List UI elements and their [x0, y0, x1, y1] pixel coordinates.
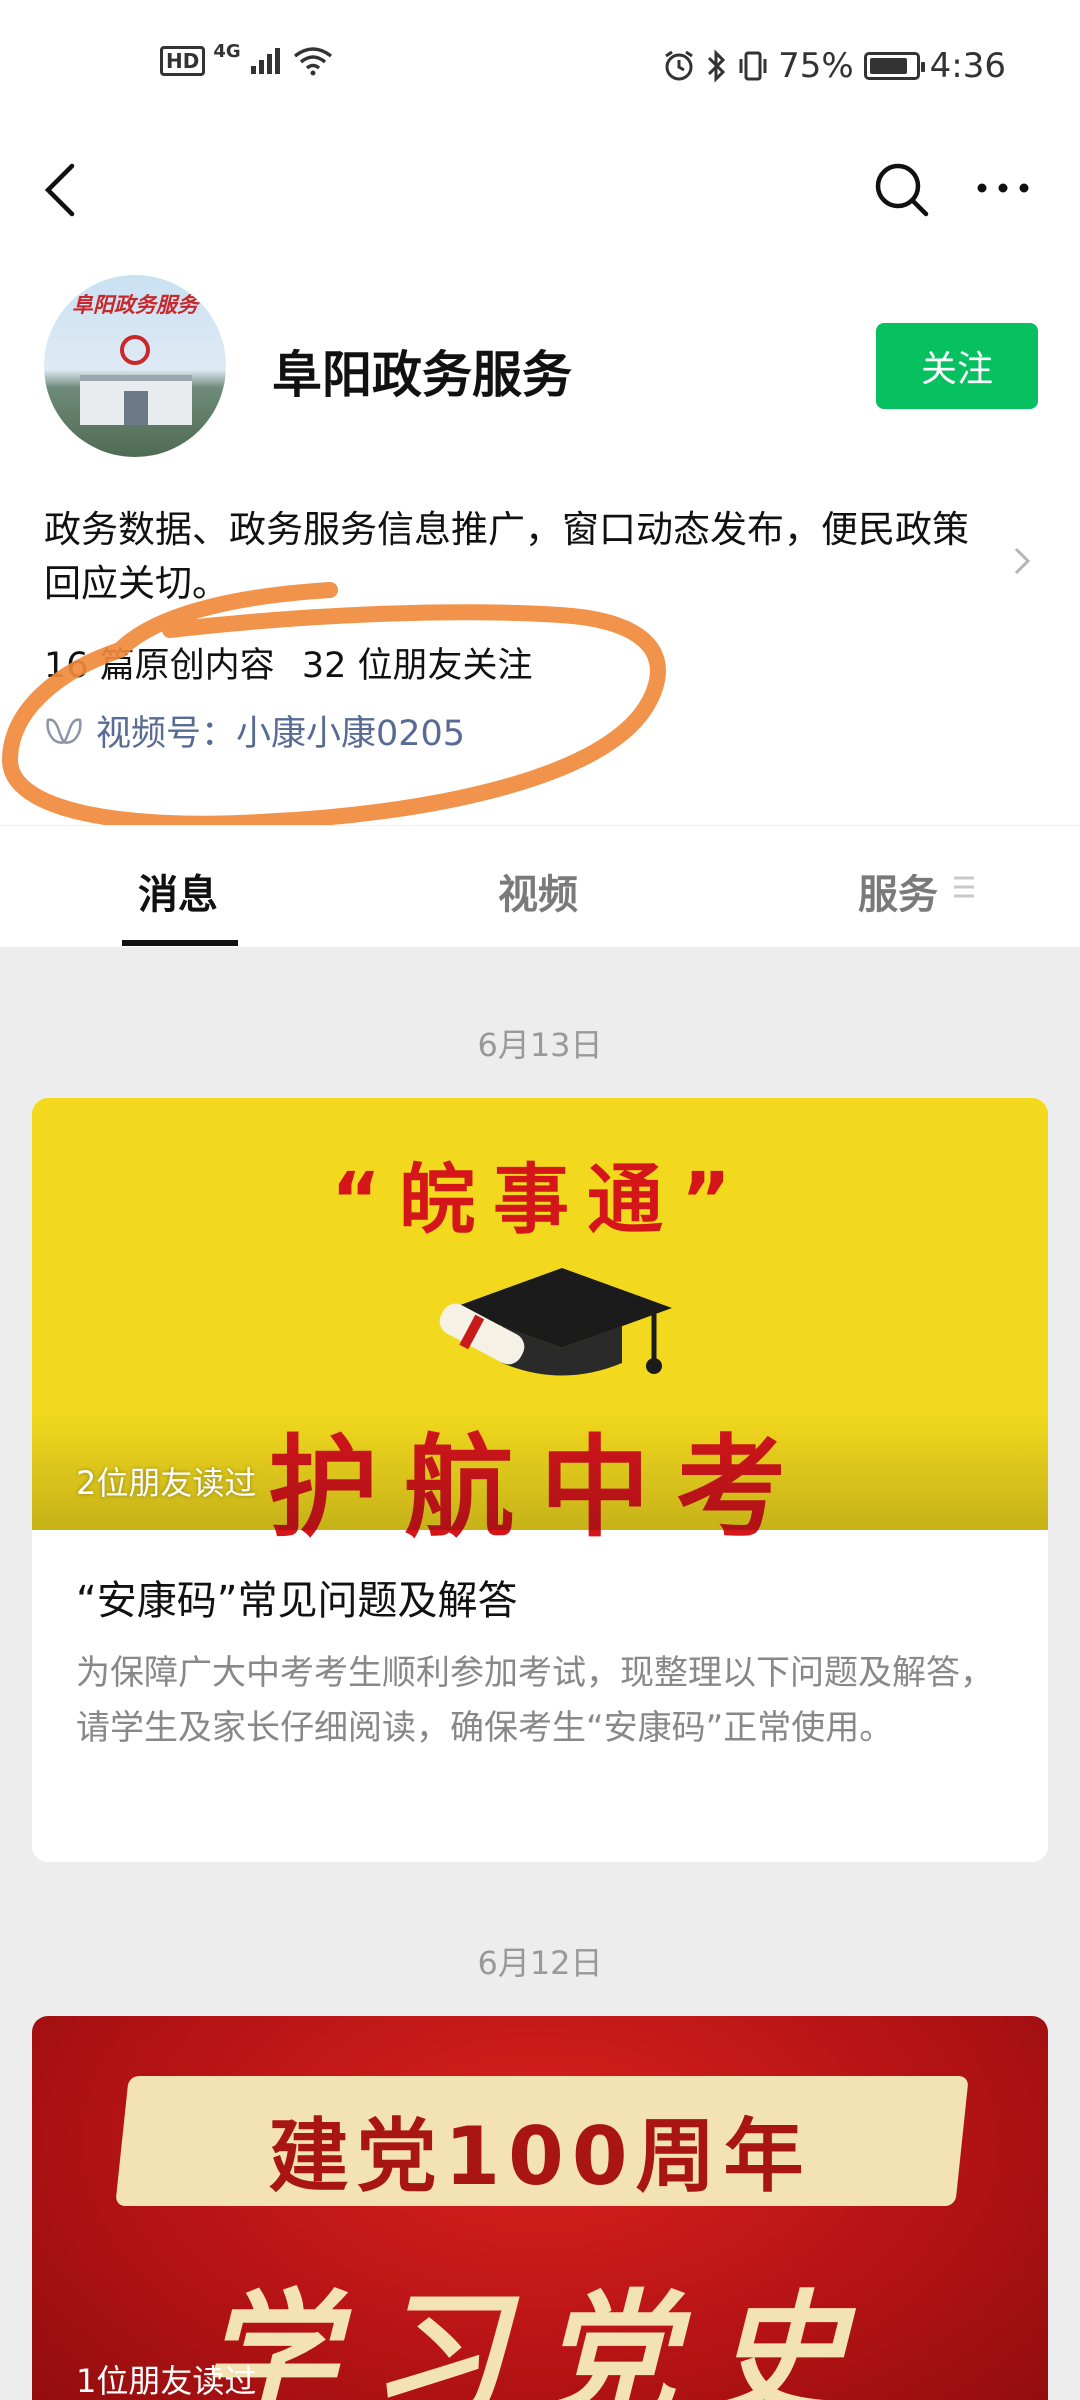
avatar-logo-icon	[120, 335, 150, 365]
friends-read-badge: 2位朋友读过	[76, 1464, 257, 1502]
nav-bar	[0, 140, 1080, 255]
date-label: 6月12日	[477, 1944, 603, 1982]
alarm-icon	[665, 50, 693, 81]
clock-time: 4:36	[929, 46, 1006, 86]
tab-messages[interactable]: 消息	[138, 862, 218, 920]
video-channel-icon	[46, 717, 82, 744]
more-horizontal-icon[interactable]	[968, 150, 1038, 230]
graduation-cap-icon	[439, 1268, 672, 1376]
article-title: “安康码”常见问题及解答	[76, 1578, 518, 1624]
article-cover: “皖事通” 护航中考 2位朋友读过	[32, 1098, 1048, 1552]
vibrate-icon	[739, 51, 767, 81]
network-type: 4G	[213, 40, 241, 62]
article-digest: 为保障广大中考考生顺利参加考试，现整理以下问题及解答，请学生及家长仔细阅读，确保…	[76, 1653, 994, 1748]
menu-icon[interactable]	[952, 874, 976, 900]
signal-icon	[250, 48, 280, 74]
article-card[interactable]: 建党100周年 学习党史 1位朋友读过	[32, 2016, 1048, 2400]
tab-services[interactable]: 服务	[858, 862, 938, 920]
friends-follow-count[interactable]: 32 位朋友关注	[302, 646, 533, 686]
cover-headline: “皖事通”	[331, 1155, 749, 1244]
cover-banner-text: 建党100周年	[268, 2110, 812, 2203]
status-bar: HD 4G 75% 4:36	[0, 0, 1080, 140]
article-cover: 建党100周年 学习党史 1位朋友读过	[32, 2016, 1048, 2400]
tab-videos[interactable]: 视频	[498, 862, 578, 920]
friends-read-badge: 1位朋友读过	[76, 2362, 257, 2400]
status-right: 75% 4:36	[662, 46, 1006, 86]
avatar-building-icon	[80, 375, 192, 425]
wifi-icon	[293, 47, 332, 76]
search-icon[interactable]	[866, 150, 936, 230]
tab-active-indicator	[122, 940, 238, 946]
follow-button[interactable]: 关注	[876, 323, 1038, 409]
chevron-left-icon[interactable]	[36, 150, 96, 230]
avatar-arc-text: 阜阳政务服务	[72, 293, 198, 317]
account-description[interactable]: 政务数据、政务服务信息推广，窗口动态发布，便民政策回应关切。	[44, 503, 1004, 611]
content-tabs: 消息 视频 服务	[0, 825, 1080, 947]
account-profile: 阜阳政务服务 阜阳政务服务 关注 政务数据、政务服务信息推广，窗口动态发布，便民…	[0, 255, 1080, 825]
battery-icon	[863, 52, 925, 80]
chevron-right-icon[interactable]	[1010, 541, 1034, 581]
hd-badge: HD	[160, 46, 206, 76]
avatar[interactable]: 阜阳政务服务	[44, 275, 226, 457]
bluetooth-icon	[708, 49, 726, 83]
article-card[interactable]: “皖事通” 护航中考 2位朋友读过 “安康码”常见问题及解答 为保障广大中考考生…	[32, 1098, 1048, 1862]
video-channel-link[interactable]: 视频号：小康小康0205	[44, 705, 465, 756]
account-name: 阜阳政务服务	[272, 346, 572, 404]
account-stats: 16 篇原创内容 32 位朋友关注	[44, 637, 532, 688]
battery-percent: 75%	[778, 46, 854, 86]
status-left: HD 4G	[160, 41, 333, 76]
original-count: 16 篇原创内容	[44, 646, 275, 686]
video-channel-label: 视频号：小康小康0205	[96, 714, 466, 754]
date-label: 6月13日	[477, 1026, 603, 1064]
